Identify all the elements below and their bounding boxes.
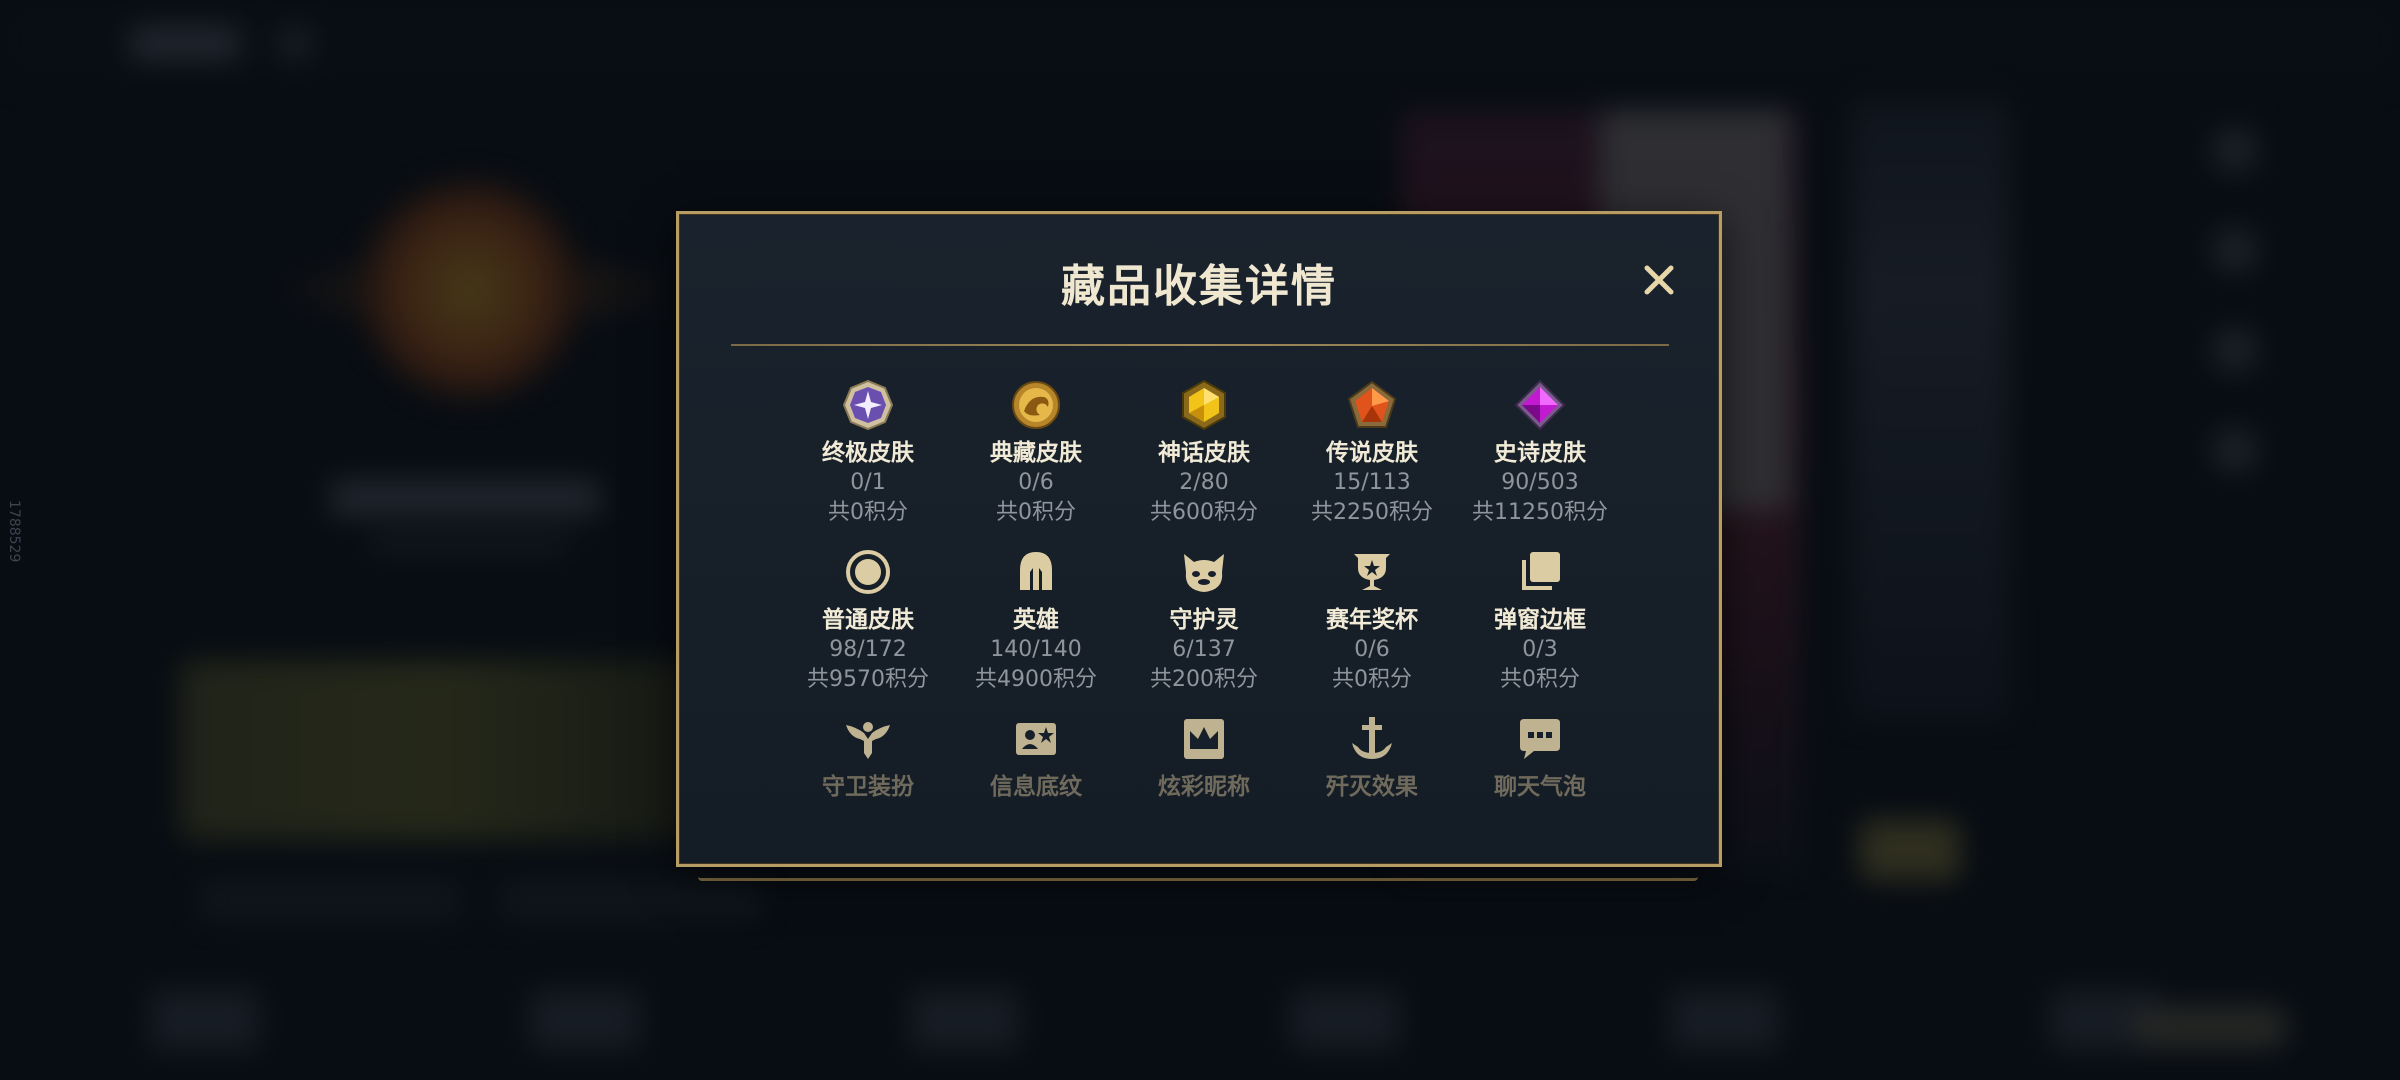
item-label: 神话皮肤	[1158, 440, 1250, 466]
collection-item-season-trophy[interactable]: 赛年奖杯 0/6 共0积分	[1288, 543, 1456, 695]
treasured-skin-icon	[1012, 381, 1060, 429]
item-label: 信息底纹	[990, 774, 1082, 800]
item-label: 终极皮肤	[822, 440, 914, 466]
helmet-icon	[1020, 552, 1052, 590]
item-label: 英雄	[1013, 607, 1059, 633]
collection-item-treasured-skin[interactable]: 典藏皮肤 0/6 共0积分	[952, 376, 1120, 528]
title-divider	[731, 344, 1669, 346]
item-count: 90/503	[1501, 470, 1579, 495]
legendary-skin-icon	[1347, 380, 1397, 428]
item-label: 歼灭效果	[1326, 774, 1418, 800]
item-count: 0/6	[1354, 637, 1390, 662]
collection-item-legendary-skin[interactable]: 传说皮肤 15/113 共2250积分	[1288, 376, 1456, 528]
guardian-spirit-icon	[1184, 554, 1224, 592]
collection-item-guard-outfit[interactable]: 守卫装扮	[784, 710, 952, 802]
normal-skin-icon	[846, 550, 890, 594]
side-id-text: 1788529	[6, 500, 22, 563]
collection-item-kill-effect[interactable]: 歼灭效果	[1288, 710, 1456, 802]
item-label: 赛年奖杯	[1326, 607, 1418, 633]
collection-item-mythic-skin[interactable]: 神话皮肤 2/80 共600积分	[1120, 376, 1288, 528]
item-label: 守护灵	[1169, 607, 1239, 633]
collection-item-ultimate-skin[interactable]: 终极皮肤 0/1 共0积分	[784, 376, 952, 528]
item-label: 史诗皮肤	[1494, 440, 1586, 466]
epic-skin-icon	[1514, 379, 1566, 431]
item-points: 共11250积分	[1472, 500, 1608, 525]
info-card-icon	[1016, 723, 1056, 755]
item-count: 6/137	[1172, 637, 1236, 662]
collection-row: 守卫装扮 信息底纹 炫彩昵称 歼灭效果 聊天气泡	[784, 710, 1624, 850]
item-count: 140/140	[990, 637, 1082, 662]
item-count: 0/6	[1018, 470, 1054, 495]
item-label: 炫彩昵称	[1158, 774, 1250, 800]
collection-item-hero[interactable]: 英雄 140/140 共4900积分	[952, 543, 1120, 695]
mythic-skin-icon	[1182, 379, 1226, 431]
item-points: 共2250积分	[1311, 500, 1433, 525]
ultimate-skin-icon	[842, 379, 894, 431]
item-points: 共200积分	[1150, 667, 1258, 692]
item-points: 共4900积分	[975, 667, 1097, 692]
collection-row: 普通皮肤 98/172 共9570积分 英雄 140/140 共4900积分 守…	[784, 543, 1624, 710]
item-label: 聊天气泡	[1494, 774, 1586, 800]
item-points: 共0积分	[1500, 667, 1580, 692]
item-count: 0/1	[850, 470, 886, 495]
anchor-sword-icon	[1352, 717, 1392, 759]
item-label: 普通皮肤	[822, 607, 914, 633]
collection-item-epic-skin[interactable]: 史诗皮肤 90/503 共11250积分	[1456, 376, 1624, 528]
collection-item-info-pattern[interactable]: 信息底纹	[952, 710, 1120, 802]
item-label: 弹窗边框	[1494, 607, 1586, 633]
collection-grid: 终极皮肤 0/1 共0积分 典藏皮肤 0/6 共0积分 神话皮肤 2/80 共6…	[784, 376, 1624, 850]
item-count: 15/113	[1333, 470, 1411, 495]
chat-bubble-icon	[1520, 719, 1560, 759]
collection-item-chat-bubble[interactable]: 聊天气泡	[1456, 710, 1624, 802]
item-points: 共600积分	[1150, 500, 1258, 525]
collection-item-colorful-nickname[interactable]: 炫彩昵称	[1120, 710, 1288, 802]
item-count: 98/172	[829, 637, 907, 662]
trophy-icon	[1354, 554, 1390, 590]
item-label: 传说皮肤	[1326, 440, 1418, 466]
item-points: 共0积分	[1332, 667, 1412, 692]
collection-item-popup-frame[interactable]: 弹窗边框 0/3 共0积分	[1456, 543, 1624, 695]
item-count: 2/80	[1179, 470, 1229, 495]
dialog-title: 藏品收集详情	[1061, 261, 1337, 312]
item-points: 共9570积分	[807, 667, 929, 692]
collection-item-guardian-spirit[interactable]: 守护灵 6/137 共200积分	[1120, 543, 1288, 695]
frame-stack-icon	[1522, 552, 1560, 590]
collection-item-normal-skin[interactable]: 普通皮肤 98/172 共9570积分	[784, 543, 952, 695]
close-button[interactable]	[1635, 256, 1683, 304]
collection-details-dialog: 藏品收集详情 终极皮肤 0/1 共0积分 典藏皮肤 0/6 共0积分 神话皮肤 …	[676, 211, 1722, 867]
crown-icon	[1184, 719, 1224, 759]
close-icon	[1644, 265, 1674, 295]
item-label: 守卫装扮	[822, 774, 914, 800]
item-points: 共0积分	[828, 500, 908, 525]
item-count: 0/3	[1522, 637, 1558, 662]
guard-outfit-icon	[846, 722, 890, 759]
item-points: 共0积分	[996, 500, 1076, 525]
item-label: 典藏皮肤	[990, 440, 1082, 466]
collection-row: 终极皮肤 0/1 共0积分 典藏皮肤 0/6 共0积分 神话皮肤 2/80 共6…	[784, 376, 1624, 543]
